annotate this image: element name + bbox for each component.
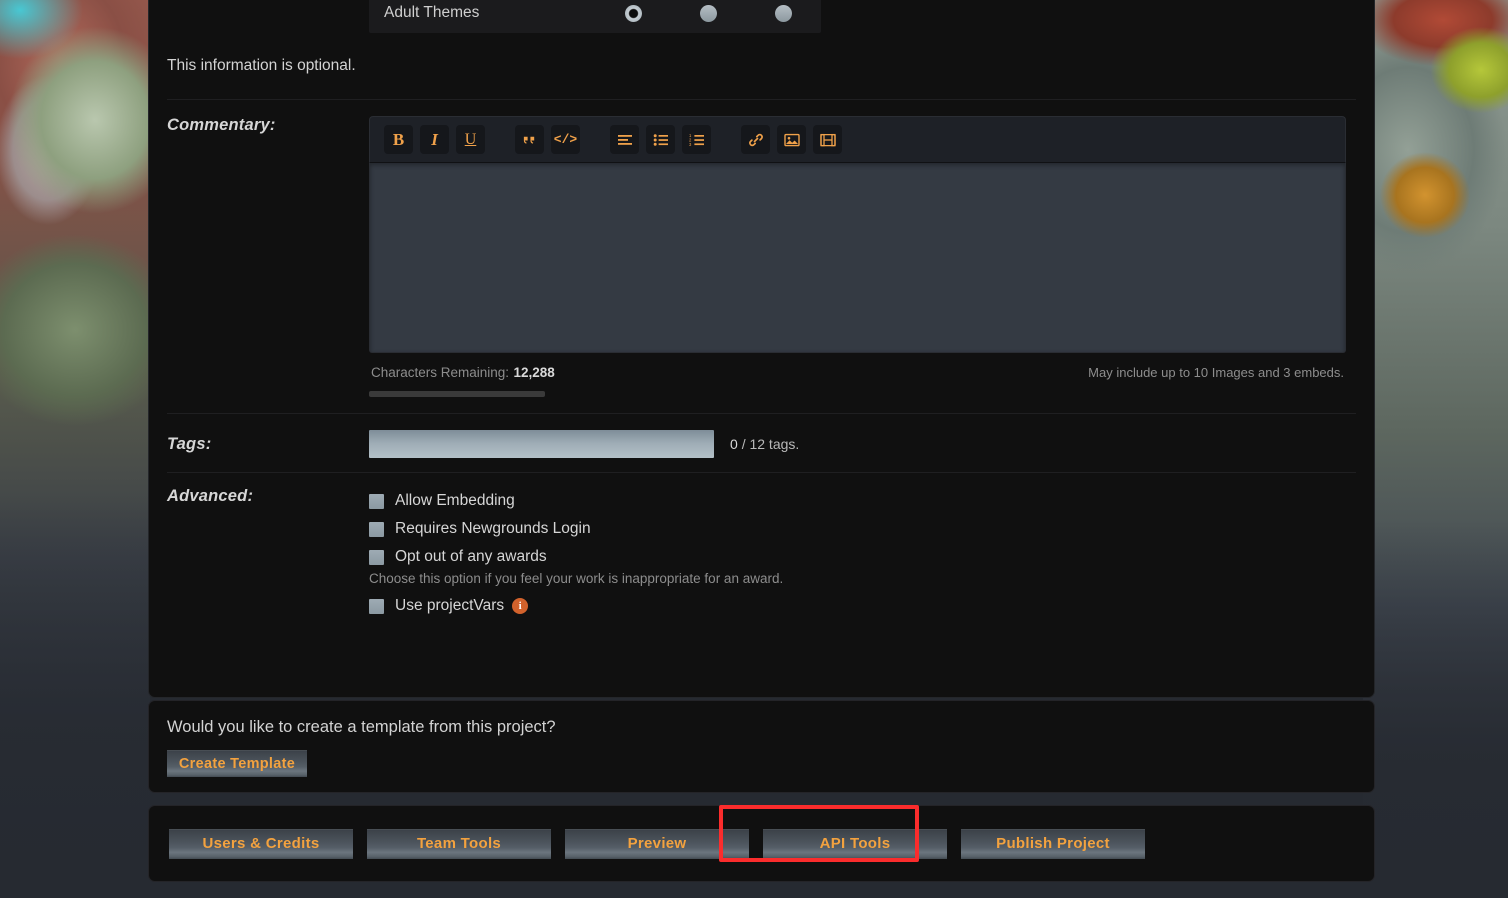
background-artwork-left [0,0,150,898]
api-tools-highlight-wrapper: API Tools [763,829,947,859]
advanced-options: Allow Embedding Requires Newgrounds Logi… [369,487,1356,620]
embeds-note: May include up to 10 Images and 3 embeds… [1088,365,1344,380]
project-settings-card: Adult Themes This information is optiona… [148,0,1375,698]
adult-themes-label: Adult Themes [369,4,625,22]
commentary-row: Commentary: B I U </> [149,100,1374,397]
characters-remaining-label: Characters Remaining: [371,365,509,380]
tags-label: Tags: [167,435,369,454]
tags-count-suffix: / 12 tags. [742,436,800,452]
characters-remaining: Characters Remaining: 12,288 [371,364,555,382]
option-opt-out-awards[interactable]: Opt out of any awards [369,543,1356,571]
use-projectvars-label: Use projectVars [395,597,504,615]
toolbar-group-text-style: B I U [384,125,485,154]
allow-embedding-label: Allow Embedding [395,492,515,510]
underline-icon[interactable]: U [456,125,485,154]
awards-hint: Choose this option if you feel your work… [369,571,1356,586]
option-use-projectvars[interactable]: Use projectVars i [369,592,1356,620]
page-column: Adult Themes This information is optiona… [148,0,1375,898]
opt-out-awards-label: Opt out of any awards [395,548,547,566]
advanced-row: Advanced: Allow Embedding Requires Newgr… [149,473,1374,638]
code-icon[interactable]: </> [551,125,580,154]
app-root: Adult Themes This information is optiona… [0,0,1508,898]
adult-themes-radio-none[interactable] [625,5,642,22]
info-icon[interactable]: i [512,598,528,614]
create-template-button[interactable]: Create Template [167,750,307,777]
svg-text:3: 3 [689,142,692,147]
optional-info-note: This information is optional. [149,33,1374,99]
toolbar-group-media [741,125,842,154]
commentary-editor: B I U </> [369,116,1346,397]
option-requires-login[interactable]: Requires Newgrounds Login [369,515,1356,543]
image-icon[interactable] [777,125,806,154]
create-template-card: Would you like to create a template from… [148,700,1375,793]
background-artwork-right [1363,0,1508,898]
opt-out-awards-checkbox[interactable] [369,550,384,565]
tags-row: Tags: 0 / 12 tags. [149,414,1374,472]
bold-icon[interactable]: B [384,125,413,154]
adult-themes-radio-mild[interactable] [700,5,717,22]
toolbar-group-block: </> [515,125,580,154]
italic-icon[interactable]: I [420,125,449,154]
align-left-icon[interactable] [610,125,639,154]
users-and-credits-button[interactable]: Users & Credits [169,829,353,859]
characters-remaining-count: 12,288 [514,365,555,380]
preview-button[interactable]: Preview [565,829,749,859]
commentary-meta: Characters Remaining: 12,288 May include… [369,353,1346,382]
rating-row: Adult Themes [149,0,1374,33]
adult-themes-rating-group: Adult Themes [369,0,821,33]
commentary-textarea[interactable] [369,162,1346,353]
option-allow-embedding[interactable]: Allow Embedding [369,487,1356,515]
video-icon[interactable] [813,125,842,154]
commentary-label: Commentary: [167,116,369,135]
publish-project-button[interactable]: Publish Project [961,829,1145,859]
action-bar: Users & Credits Team Tools Preview API T… [148,805,1375,882]
numbered-list-icon[interactable]: 123 [682,125,711,154]
team-tools-button[interactable]: Team Tools [367,829,551,859]
commentary-toolbar: B I U </> [369,116,1346,162]
api-tools-button[interactable]: API Tools [763,829,947,859]
adult-themes-radio-strong[interactable] [775,5,792,22]
requires-login-checkbox[interactable] [369,522,384,537]
tags-count-value: 0 [730,436,738,452]
link-icon[interactable] [741,125,770,154]
bullet-list-icon[interactable] [646,125,675,154]
characters-progress-bar [369,391,545,397]
requires-login-label: Requires Newgrounds Login [395,520,591,538]
allow-embedding-checkbox[interactable] [369,494,384,509]
create-template-question: Would you like to create a template from… [167,718,1356,737]
tags-count: 0 / 12 tags. [730,436,799,452]
toolbar-group-lists: 123 [610,125,711,154]
tags-input[interactable] [369,430,714,458]
blockquote-icon[interactable] [515,125,544,154]
use-projectvars-checkbox[interactable] [369,599,384,614]
advanced-label: Advanced: [167,487,369,506]
